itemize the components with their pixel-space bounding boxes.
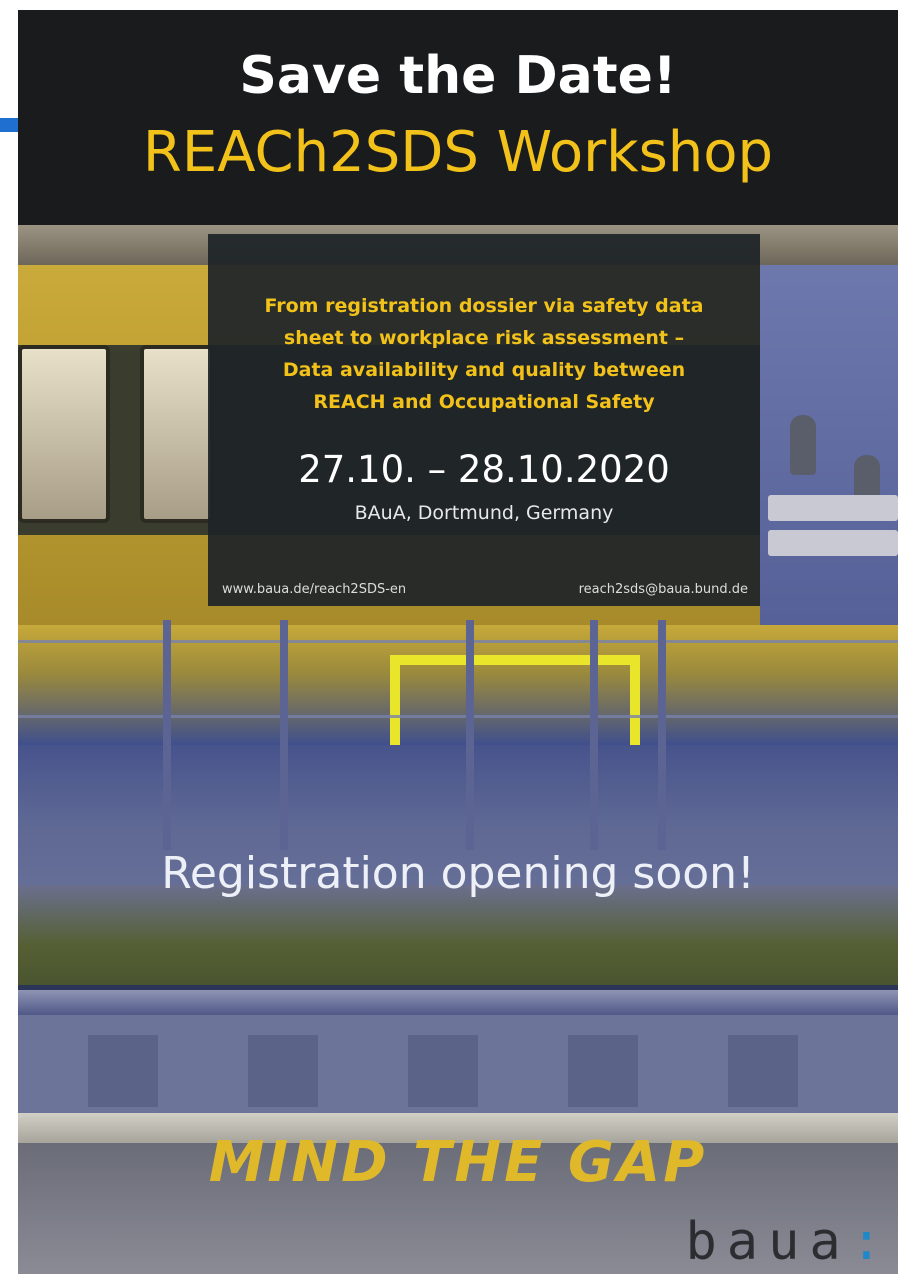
- station-wall: [760, 265, 898, 635]
- event-description: From registration dossier via safety dat…: [228, 290, 740, 418]
- baua-logo: baua:: [685, 1212, 882, 1272]
- station-seats: [768, 530, 898, 556]
- train-window: [140, 345, 214, 523]
- logo-text: baua: [685, 1212, 851, 1272]
- fence-wire: [18, 640, 898, 643]
- contact-email-link[interactable]: reach2sds@baua.bund.de: [579, 582, 748, 597]
- poster-header: Save the Date! REACh2SDS Workshop: [18, 10, 898, 225]
- sleeper: [408, 1035, 478, 1107]
- poster-title: Save the Date!: [239, 46, 677, 106]
- mind-the-gap-marking: MIND THE GAP: [208, 1130, 708, 1195]
- description-line: Data availability and quality between: [282, 359, 686, 381]
- rail: [18, 990, 898, 1016]
- description-line: sheet to workplace risk assessment –: [283, 327, 685, 349]
- sleeper: [88, 1035, 158, 1107]
- description-line: REACH and Occupational Safety: [313, 391, 655, 413]
- sleeper: [568, 1035, 638, 1107]
- sleeper: [728, 1035, 798, 1107]
- event-url-link[interactable]: www.baua.de/reach2SDS-en: [222, 582, 406, 597]
- workshop-name: REACh2SDS Workshop: [142, 120, 774, 185]
- event-venue: BAuA, Dortmund, Germany: [354, 502, 614, 524]
- logo-colon: :: [850, 1212, 882, 1272]
- registration-notice: Registration opening soon!: [161, 848, 755, 899]
- train-window: [18, 345, 110, 523]
- fence-post: [658, 620, 666, 850]
- fence-post: [466, 620, 474, 850]
- description-line: From registration dossier via safety dat…: [264, 295, 704, 317]
- fence-wire: [18, 715, 898, 718]
- yellow-bench: [390, 655, 640, 745]
- fence-post: [280, 620, 288, 850]
- grass-strip: [18, 885, 898, 985]
- fence-post: [590, 620, 598, 850]
- event-dates: 27.10. – 28.10.2020: [298, 448, 670, 491]
- event-info-box: From registration dossier via safety dat…: [208, 234, 760, 606]
- event-poster: Save the Date! REACh2SDS Workshop From r…: [18, 10, 898, 1274]
- sleeper: [248, 1035, 318, 1107]
- station-seats: [768, 495, 898, 521]
- fence-post: [163, 620, 171, 850]
- passenger: [790, 415, 816, 475]
